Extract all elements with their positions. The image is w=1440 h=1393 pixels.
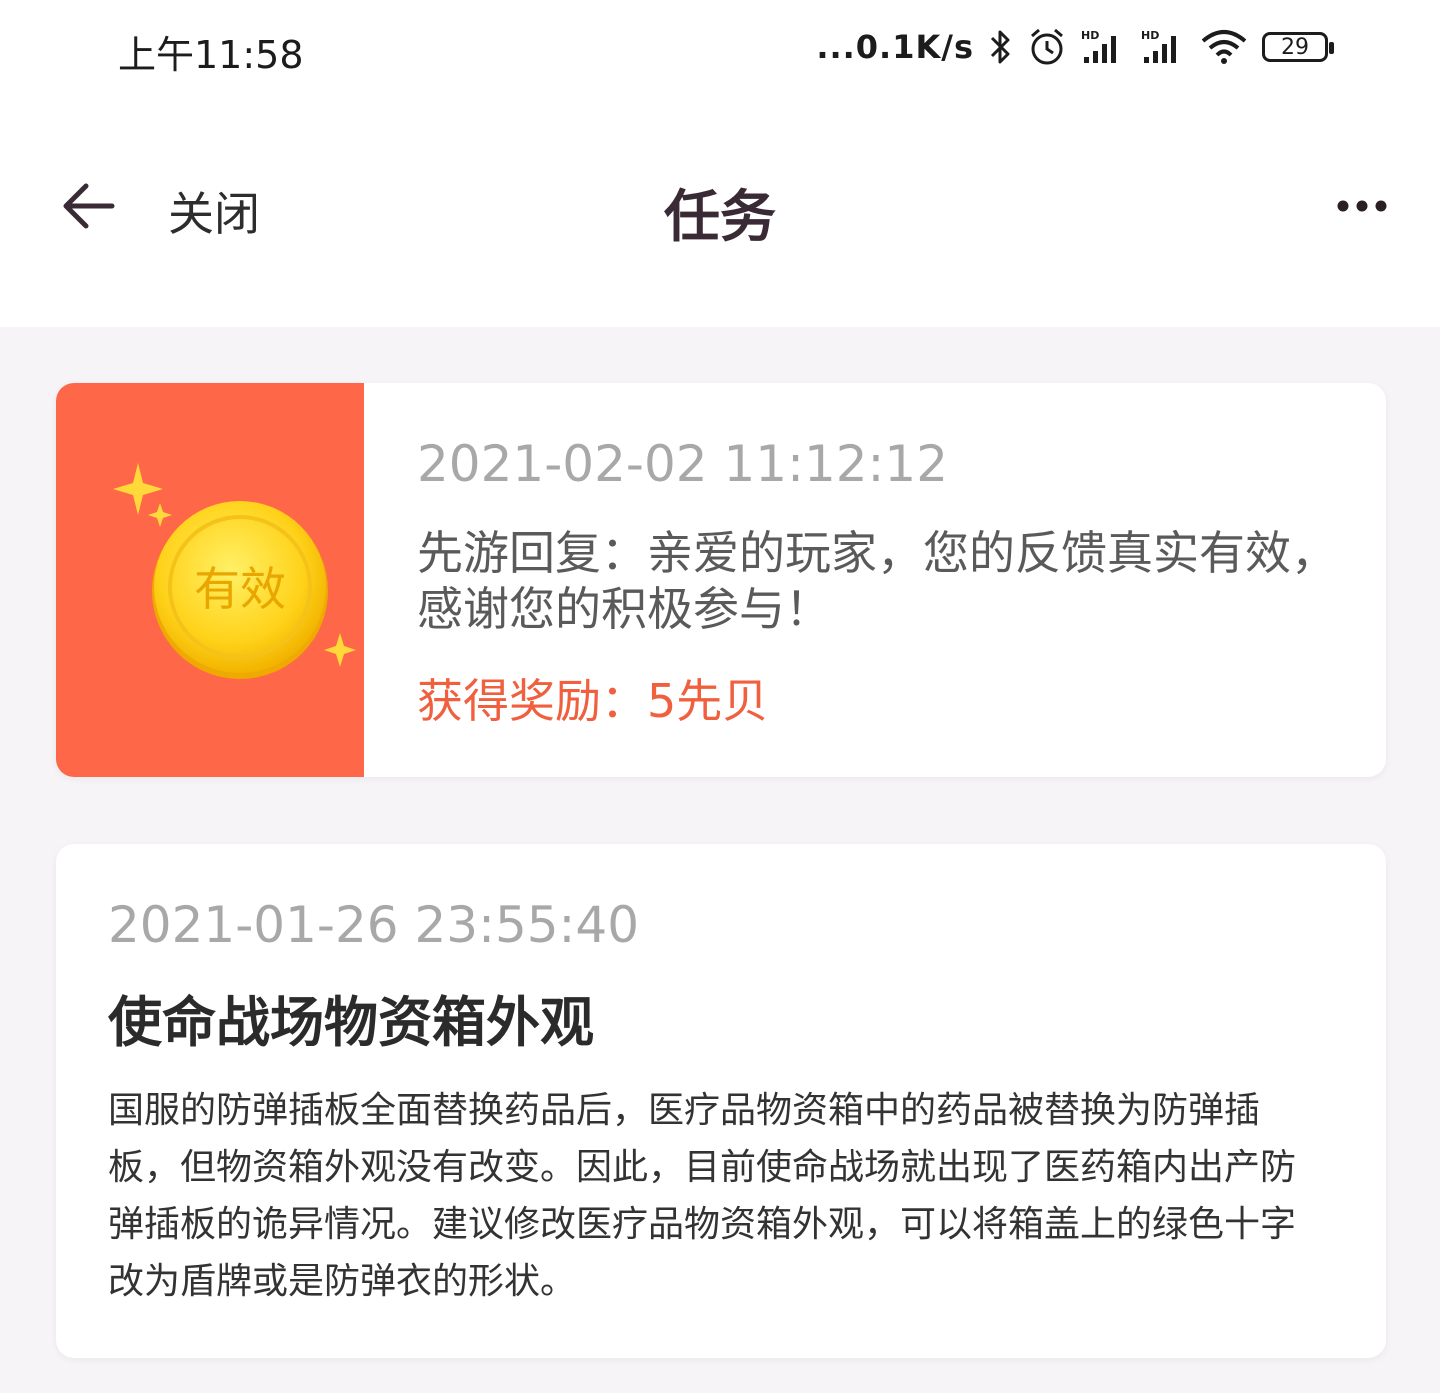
hd-signal-icon: HD (1141, 29, 1176, 63)
task-title: 使命战场物资箱外观 (108, 991, 594, 1054)
task-card-suggestion[interactable]: 2021-01-26 23:55:40 使命战场物资箱外观 国服的防弹插板全面替… (56, 844, 1386, 1358)
sparkle-icon (113, 463, 163, 515)
svg-text:HD: HD (1081, 29, 1099, 42)
top-nav-bar: 关闭 任务 (0, 100, 1440, 327)
sparkle-icon (324, 633, 356, 667)
task-card-feedback[interactable]: 有效 2021-02-02 11:12:12 先游回复：亲爱的玩家，您的反馈真实… (56, 383, 1386, 777)
network-speed: ...0.1K/s (816, 28, 974, 66)
alarm-icon (1031, 28, 1063, 65)
status-icons: ...0.1K/s HD HD 29 (816, 22, 1334, 72)
hd-signal-icon: HD (1081, 29, 1116, 63)
more-dots-icon[interactable] (1336, 198, 1388, 214)
status-time: 上午11:58 (118, 33, 304, 77)
battery-icon: 29 (1262, 32, 1334, 62)
sparkle-icon (148, 503, 172, 527)
bluetooth-icon (990, 30, 1010, 64)
valid-badge-text: 有效 (194, 562, 286, 616)
battery-level: 29 (1281, 34, 1309, 60)
page-title: 任务 (664, 185, 776, 250)
valid-badge-panel: 有效 (56, 383, 364, 777)
task-date: 2021-02-02 11:12:12 (417, 435, 949, 493)
wifi-icon (1201, 30, 1247, 64)
task-message: 先游回复：亲爱的玩家，您的反馈真实有效，感谢您的积极参与！ (417, 526, 1337, 636)
task-reward: 获得奖励：5先贝 (417, 674, 769, 728)
svg-text:HD: HD (1141, 29, 1159, 42)
gold-coin-icon: 有效 (113, 463, 356, 679)
task-body: 国服的防弹插板全面替换药品后，医疗品物资箱中的药品被替换为防弹插板，但物资箱外观… (108, 1090, 1297, 1302)
status-bar: 上午11:58 ...0.1K/s HD HD 29 (0, 0, 1440, 100)
task-date: 2021-01-26 23:55:40 (108, 896, 640, 954)
